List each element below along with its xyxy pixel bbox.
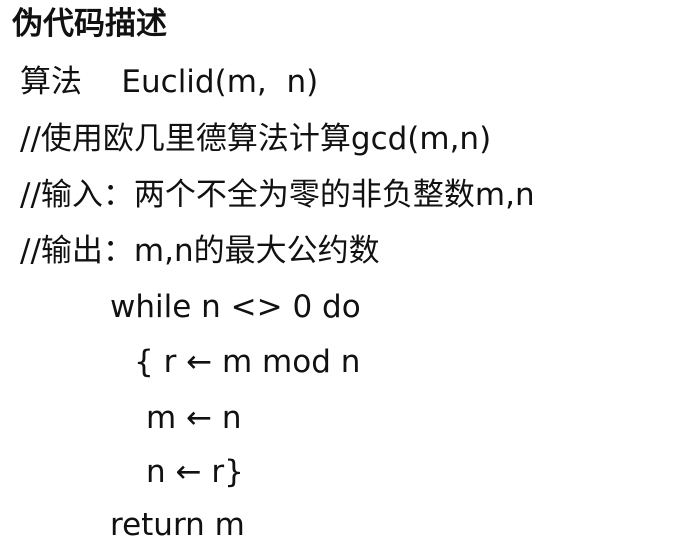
loop-body-line-1: { r ← m mod n [134,344,361,380]
algorithm-header-line: 算法 Euclid(m, n) [20,64,319,100]
section-title: 伪代码描述 [12,6,167,42]
loop-body-line-3: n ← r} [146,454,244,490]
loop-body-line-2: m ← n [146,400,242,436]
comment-input-line: //输入：两个不全为零的非负整数m,n [20,177,535,213]
comment-output-line: //输出：m,n的最大公约数 [20,233,380,269]
comment-description-line: //使用欧几里德算法计算gcd(m,n) [20,121,492,157]
while-loop-line: while n <> 0 do [110,289,361,325]
return-line: return m [110,507,245,543]
